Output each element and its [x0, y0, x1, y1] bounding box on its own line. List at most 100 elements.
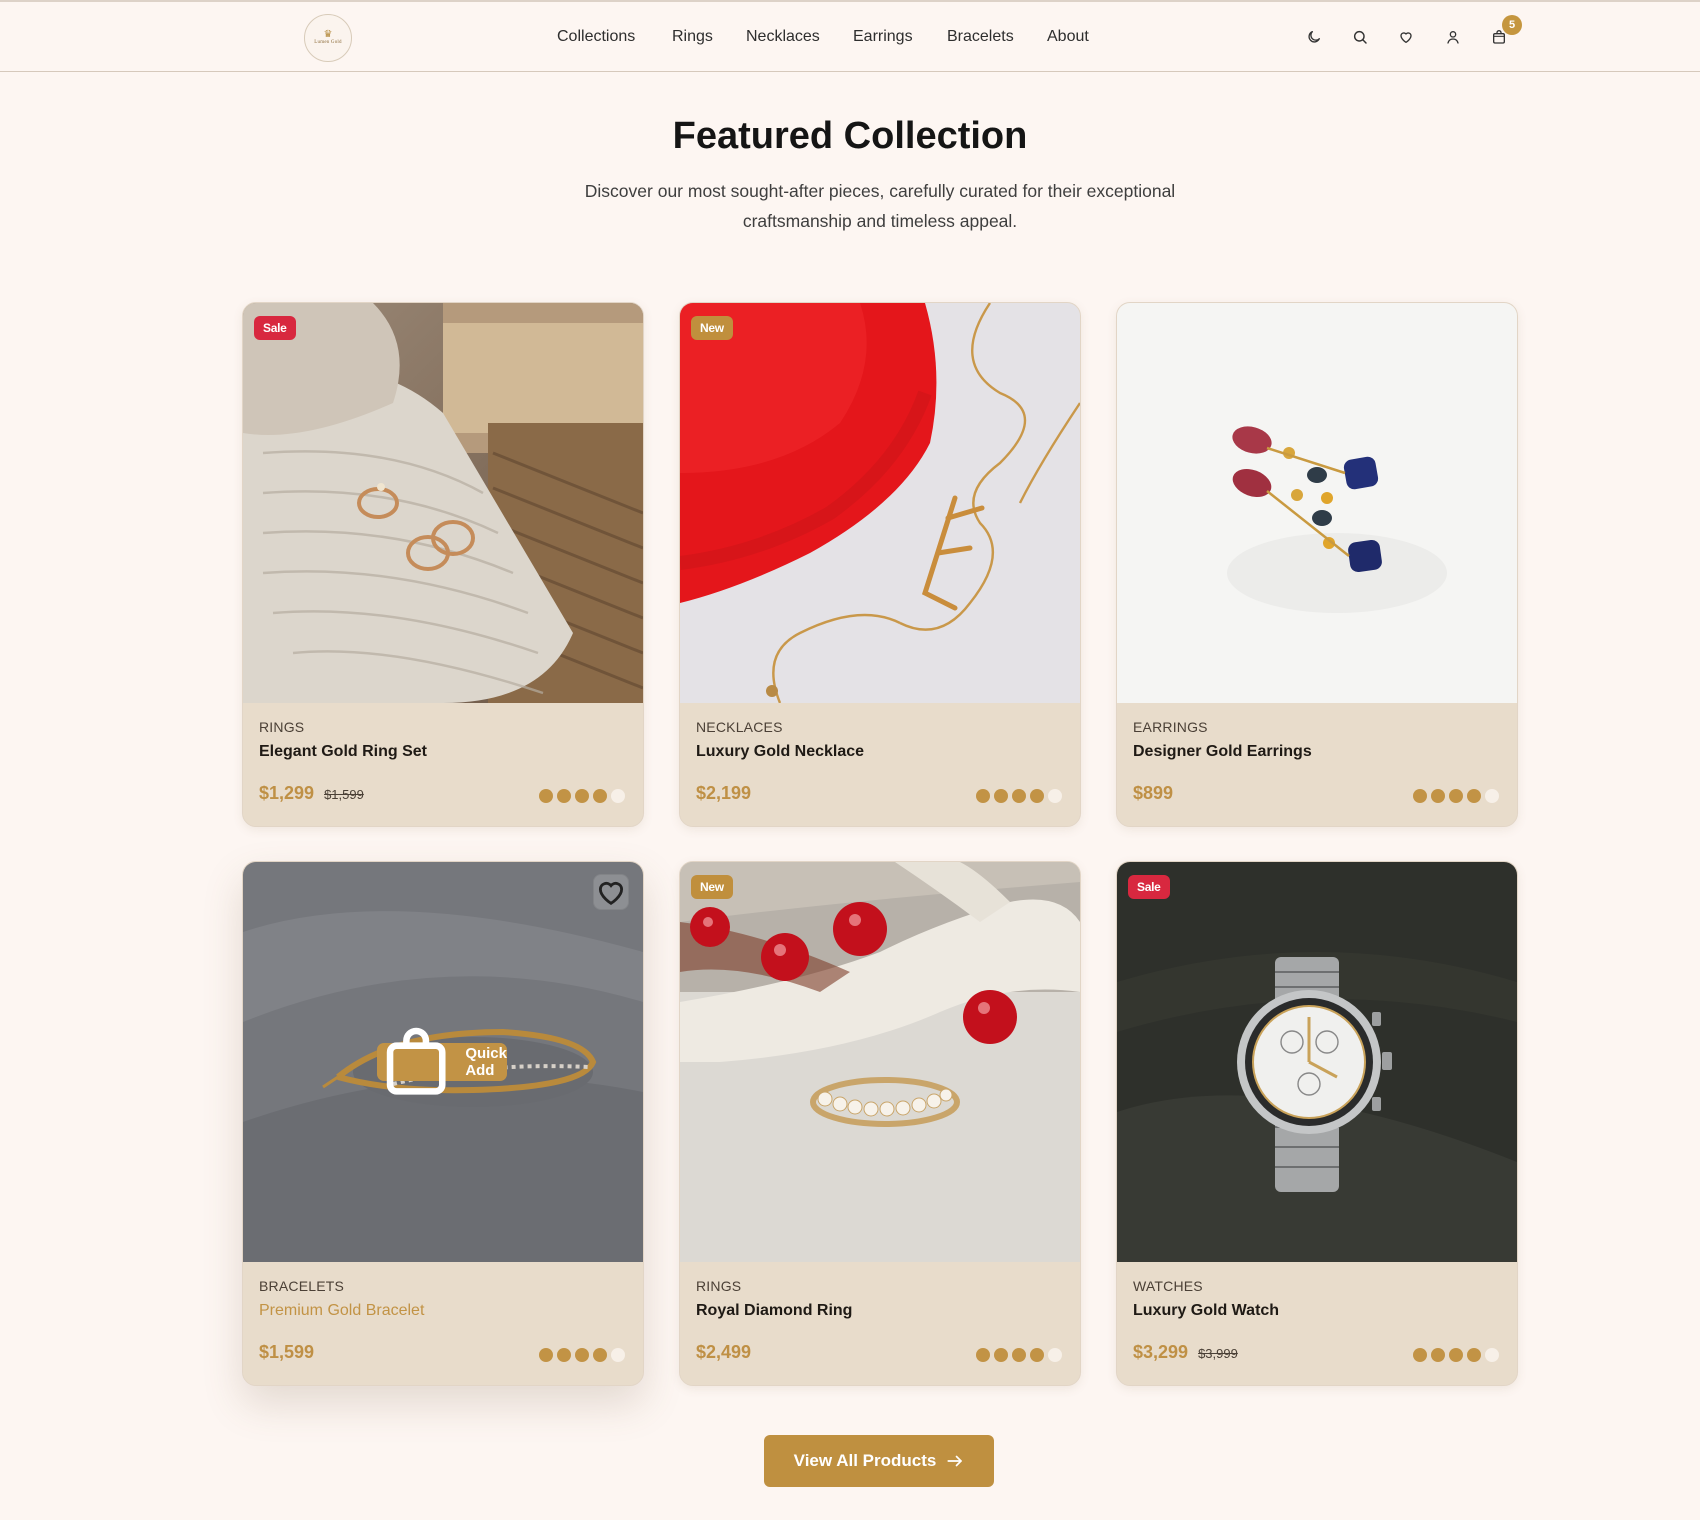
product-info: EARRINGS Designer Gold Earrings $899	[1117, 703, 1517, 826]
rating-dot	[1431, 1348, 1445, 1362]
rating-dot	[1048, 1348, 1062, 1362]
site-header: ♛ Lumen Gold Collections Rings Necklaces…	[0, 0, 1700, 72]
rating-dot	[1449, 1348, 1463, 1362]
rating-dot	[1413, 1348, 1427, 1362]
product-info: RINGS Elegant Gold Ring Set $1,299 $1,59…	[243, 703, 643, 826]
rating-dot	[1431, 789, 1445, 803]
quick-add-label: Quick Add	[465, 1045, 507, 1079]
product-rating	[539, 789, 625, 803]
search-button[interactable]	[1349, 26, 1371, 48]
earrings-photo	[1117, 303, 1517, 703]
section-subtitle: Discover our most sought-after pieces, c…	[584, 181, 1176, 231]
sale-badge: Sale	[1128, 875, 1170, 899]
product-category: EARRINGS	[1133, 719, 1208, 735]
product-info: RINGS Royal Diamond Ring $2,499	[680, 1262, 1080, 1385]
heart-icon	[598, 881, 624, 905]
rating-dot	[976, 1348, 990, 1362]
product-card[interactable]: Quick Add BRACELETS Premium Gold Bracele…	[242, 861, 644, 1386]
theme-toggle-button[interactable]	[1303, 26, 1325, 48]
new-badge: New	[691, 316, 733, 340]
account-button[interactable]	[1442, 26, 1464, 48]
rating-dot	[1030, 1348, 1044, 1362]
product-card[interactable]: Sale WATCHES Luxury Gold Watch $3,299 $3…	[1116, 861, 1518, 1386]
nav-item-about[interactable]: About	[1047, 28, 1089, 46]
rating-dot	[1467, 1348, 1481, 1362]
product-image[interactable]: New	[680, 862, 1080, 1262]
rating-dot	[611, 1348, 625, 1362]
rating-dot	[539, 1348, 553, 1362]
product-image[interactable]: Quick Add	[243, 862, 643, 1262]
product-image[interactable]: New	[680, 303, 1080, 703]
moon-icon	[1308, 31, 1320, 43]
product-card[interactable]: New NECKLACES Luxury Gold Necklace $2,19…	[679, 302, 1081, 827]
price-row: $899	[1133, 783, 1173, 804]
product-info: BRACELETS Premium Gold Bracelet $1,599	[243, 1262, 643, 1385]
rating-dot	[1030, 789, 1044, 803]
wishlist-toggle-button[interactable]	[593, 874, 629, 910]
heart-icon	[1400, 32, 1412, 43]
price-row: $2,199	[696, 783, 751, 804]
rating-dot	[557, 789, 571, 803]
product-info: WATCHES Luxury Gold Watch $3,299 $3,999	[1117, 1262, 1517, 1385]
rating-dot	[539, 789, 553, 803]
product-image[interactable]: Sale	[1117, 862, 1517, 1262]
product-rating	[1413, 1348, 1499, 1362]
rating-dot	[593, 1348, 607, 1362]
product-old-price: $3,999	[1198, 1346, 1238, 1361]
price-row: $1,599	[259, 1342, 314, 1363]
diamond-ring-photo	[680, 862, 1080, 1262]
product-price: $1,599	[259, 1342, 315, 1362]
product-category: BRACELETS	[259, 1278, 345, 1294]
product-category: RINGS	[696, 1278, 742, 1294]
product-card[interactable]: EARRINGS Designer Gold Earrings $899	[1116, 302, 1518, 827]
product-name[interactable]: Premium Gold Bracelet	[259, 1302, 627, 1320]
rating-dot	[557, 1348, 571, 1362]
product-image[interactable]	[1117, 303, 1517, 703]
product-price: $2,199	[696, 783, 752, 803]
product-rating	[539, 1348, 625, 1362]
rating-dot	[994, 789, 1008, 803]
product-name[interactable]: Luxury Gold Necklace	[696, 743, 1064, 761]
product-price: $3,299	[1133, 1342, 1189, 1362]
product-name[interactable]: Elegant Gold Ring Set	[259, 743, 627, 761]
rating-dot	[1012, 789, 1026, 803]
rating-dot	[1485, 1348, 1499, 1362]
search-icon	[1353, 30, 1367, 44]
product-rating	[1413, 789, 1499, 803]
product-rating	[976, 1348, 1062, 1362]
product-info: NECKLACES Luxury Gold Necklace $2,199	[680, 703, 1080, 826]
product-old-price: $1,599	[324, 787, 364, 802]
section-title: Featured Collection	[672, 115, 1028, 157]
product-price: $1,299	[259, 783, 315, 803]
view-all-products-button[interactable]: View All Products	[764, 1435, 994, 1487]
cart-count-badge: 5	[1502, 15, 1522, 35]
nav-item-bracelets[interactable]: Bracelets	[947, 28, 1014, 46]
product-name[interactable]: Royal Diamond Ring	[696, 1302, 1064, 1320]
ring-set-photo	[243, 303, 643, 703]
price-row: $3,299 $3,999	[1133, 1342, 1238, 1363]
product-name[interactable]: Designer Gold Earrings	[1133, 743, 1501, 761]
price-row: $2,499	[696, 1342, 751, 1363]
rating-dot	[575, 1348, 589, 1362]
rating-dot	[976, 789, 990, 803]
view-all-label: View All Products	[793, 1451, 937, 1470]
wishlist-button[interactable]	[1395, 26, 1417, 48]
rating-dot	[994, 1348, 1008, 1362]
sale-badge: Sale	[254, 316, 296, 340]
product-image[interactable]: Sale	[243, 303, 643, 703]
product-name[interactable]: Luxury Gold Watch	[1133, 1302, 1501, 1320]
price-row: $1,299 $1,599	[259, 783, 364, 804]
nav-item-earrings[interactable]: Earrings	[853, 28, 913, 46]
nav-item-rings[interactable]: Rings	[672, 28, 713, 46]
product-price: $899	[1133, 783, 1174, 803]
quick-add-button[interactable]: Quick Add	[377, 1027, 507, 1095]
product-card[interactable]: New RINGS Royal Diamond Ring $2,499	[679, 861, 1081, 1386]
product-category: RINGS	[259, 719, 305, 735]
user-icon	[1447, 31, 1459, 44]
nav-item-collections[interactable]: Collections	[557, 28, 635, 46]
rating-dot	[1485, 789, 1499, 803]
product-price: $2,499	[696, 1342, 752, 1362]
product-card[interactable]: Sale RINGS Elegant Gold Ring Set $1,299 …	[242, 302, 644, 827]
product-category: NECKLACES	[696, 719, 783, 735]
nav-item-necklaces[interactable]: Necklaces	[746, 28, 820, 46]
